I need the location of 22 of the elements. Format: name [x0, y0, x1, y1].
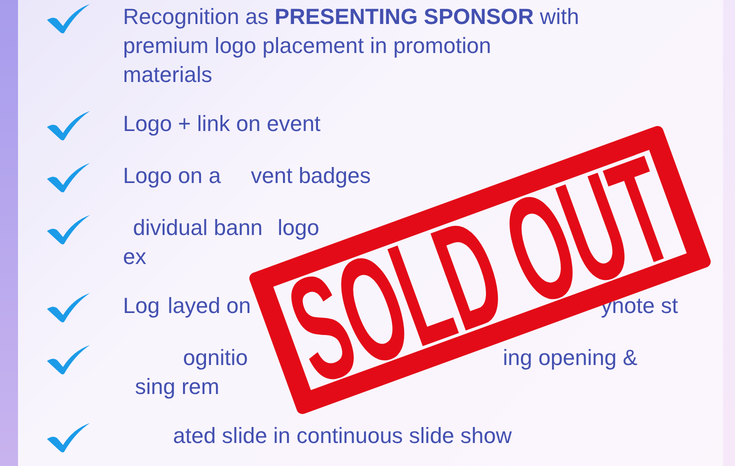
benefit-text: vent badges: [250, 162, 371, 190]
benefit-text: Logo + link on event: [123, 110, 321, 138]
benefit-text: ynote st: [600, 293, 678, 320]
benefit-text: sing rem: [135, 373, 220, 401]
checkmark-icon: [45, 2, 91, 34]
checkmark-icon: [45, 291, 91, 323]
checkmark-icon: [45, 161, 91, 193]
benefit-text: Log: [123, 292, 160, 320]
checkmark-icon: [45, 343, 91, 375]
benefit-text: ex: [123, 243, 146, 271]
benefit-text: Logo on a: [123, 162, 221, 190]
benefit-text: ated slide in continuous slide show: [173, 422, 512, 450]
benefit-text: premium logo placement in promotion: [123, 32, 492, 60]
checkmark-icon: [45, 213, 91, 245]
benefit-text: Recognition as PRESENTING SPONSOR with: [123, 3, 580, 31]
benefit-text: layed on: [168, 292, 251, 320]
benefit-text: ing opening &: [502, 344, 638, 372]
checkmark-icon: [45, 421, 91, 453]
benefit-text: ognitio: [183, 344, 248, 372]
benefit-text: dividual bann: [133, 214, 263, 242]
benefit-text: materials: [123, 61, 212, 89]
checkmark-icon: [45, 109, 91, 141]
